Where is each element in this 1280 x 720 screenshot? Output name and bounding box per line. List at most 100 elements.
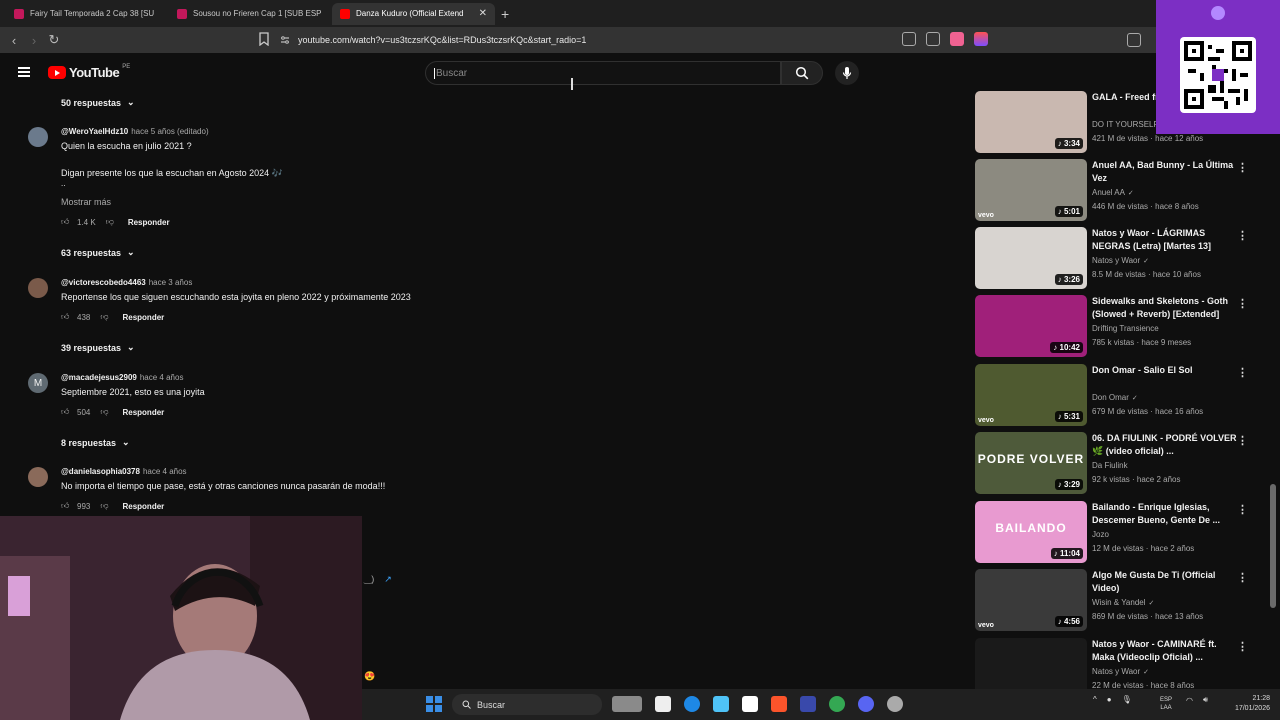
wifi-icon[interactable]: ◠	[1186, 696, 1193, 705]
reply-button[interactable]: Responder	[122, 408, 164, 417]
avatar[interactable]: M	[28, 373, 48, 393]
youtube-logo[interactable]: YouTube PE	[48, 64, 130, 80]
recommended-video[interactable]: BAILANDO ♪ 11:04 Bailando - Enrique Iglesi…	[975, 501, 1265, 563]
external-link-icon[interactable]: ↗	[384, 574, 392, 585]
replies-toggle[interactable]: 63 respuestas ⌄	[61, 247, 135, 258]
video-title[interactable]: Don Omar - Salio El Sol	[1092, 364, 1240, 377]
video-thumbnail[interactable]: vevo ♪ 5:31	[975, 364, 1087, 426]
tray-app-icon[interactable]: ●	[1107, 695, 1112, 704]
more-options-icon[interactable]: ⋮	[1237, 297, 1248, 310]
close-tab-icon[interactable]: ✕	[479, 8, 487, 19]
like-icon[interactable]: 👍︎	[61, 312, 73, 322]
menu-icon[interactable]	[18, 67, 30, 77]
dislike-icon[interactable]: 👎︎	[106, 217, 114, 227]
channel-name[interactable]: Anuel AA ✓	[1092, 188, 1134, 197]
video-title[interactable]: Algo Me Gusta De Ti (Official Video)	[1092, 569, 1240, 595]
video-thumbnail[interactable]: ♪ 3:26	[975, 227, 1087, 289]
voice-search-button[interactable]	[835, 61, 859, 85]
video-title[interactable]: Natos y Waor - LÁGRIMAS NEGRAS (Letra) […	[1092, 227, 1240, 253]
dislike-icon[interactable]: 👎︎	[100, 407, 108, 417]
chevron-up-icon[interactable]: ^	[1093, 695, 1097, 704]
scrollbar-thumb[interactable]	[1270, 484, 1276, 608]
dislike-icon[interactable]: 👎︎	[100, 312, 108, 322]
reply-button[interactable]: Responder	[122, 502, 164, 511]
widgets-icon[interactable]	[612, 696, 642, 712]
replies-toggle[interactable]: 39 respuestas ⌄	[61, 342, 135, 353]
bookmark-icon[interactable]	[258, 32, 270, 46]
tab-danza-kuduro[interactable]: Danza Kuduro (Official Extend ✕	[332, 2, 495, 25]
discord-icon[interactable]	[858, 696, 874, 712]
more-options-icon[interactable]: ⋮	[1237, 229, 1248, 242]
clock[interactable]: 21:28 17/01/2026	[1235, 694, 1270, 714]
channel-name[interactable]: Don Omar ✓	[1092, 393, 1138, 402]
brave-shield-icon[interactable]	[950, 32, 964, 46]
language-indicator[interactable]: ESP LAA	[1160, 696, 1172, 712]
recommended-video[interactable]: vevo ♪ 5:01 Anuel AA, Bad Bunny - La Últim…	[975, 159, 1265, 221]
rewards-icon[interactable]	[974, 32, 988, 46]
more-options-icon[interactable]: ⋮	[1237, 161, 1248, 174]
channel-name[interactable]: DO IT YOURSELF	[1092, 120, 1158, 129]
recommended-video[interactable]: Natos y Waor - CAMINARÉ ft. Maka (Videoc…	[975, 638, 1265, 689]
tab-fairy-tail[interactable]: Fairy Tail Temporada 2 Cap 38 [SU	[6, 3, 169, 25]
recommended-video[interactable]: ♪ 10:42 Sidewalks and Skeletons - Goth (S…	[975, 295, 1265, 357]
task-view-icon[interactable]	[655, 696, 671, 712]
video-thumbnail[interactable]: ♪ 3:34	[975, 91, 1087, 153]
address-bar[interactable]: youtube.com/watch?v=us3tczsrKQc&list=RDu…	[280, 30, 1000, 50]
recommended-video[interactable]: ♪ 3:26 Natos y Waor - LÁGRIMAS NEGRAS (Le…	[975, 227, 1265, 289]
replies-toggle[interactable]: 8 respuestas ⌄	[61, 437, 130, 448]
sidebar-toggle-icon[interactable]	[1127, 33, 1141, 47]
video-thumbnail[interactable]: PODRE VOLVER ♪ 3:29	[975, 432, 1087, 494]
video-thumbnail[interactable]: vevo ♪ 5:01	[975, 159, 1087, 221]
like-icon[interactable]: 👍︎	[61, 217, 73, 227]
more-options-icon[interactable]: ⋮	[1237, 571, 1248, 584]
calculator-icon[interactable]	[800, 696, 816, 712]
video-thumbnail[interactable]: BAILANDO ♪ 11:04	[975, 501, 1087, 563]
dislike-icon[interactable]: 👎︎	[100, 501, 108, 511]
forward-icon[interactable]: ›	[24, 33, 44, 48]
video-thumbnail[interactable]: ♪ 10:42	[975, 295, 1087, 357]
show-more-link[interactable]: Mostrar más	[61, 197, 111, 207]
chrome-icon[interactable]	[829, 696, 845, 712]
edge-icon[interactable]	[684, 696, 700, 712]
avatar[interactable]	[28, 278, 48, 298]
taskbar-search[interactable]: Buscar	[452, 694, 602, 715]
new-tab-button[interactable]: +	[501, 6, 509, 22]
reply-button[interactable]: Responder	[122, 313, 164, 322]
site-info-icon[interactable]	[280, 35, 290, 45]
channel-name[interactable]: Wisin & Yandel ✓	[1092, 598, 1154, 607]
back-icon[interactable]: ‹	[4, 33, 24, 48]
recommended-video[interactable]: vevo ♪ 5:31 Don Omar - Salio El Sol Don Oma…	[975, 364, 1265, 426]
share-icon[interactable]	[926, 32, 940, 46]
video-thumbnail[interactable]	[975, 638, 1087, 689]
video-title[interactable]: Bailando - Enrique Iglesias, Descemer Bu…	[1092, 501, 1240, 527]
cast-icon[interactable]	[902, 32, 916, 46]
notepad-icon[interactable]	[713, 696, 729, 712]
search-button[interactable]	[781, 61, 823, 85]
reload-icon[interactable]: ↻	[44, 32, 64, 48]
channel-name[interactable]: Natos y Waor ✓	[1092, 667, 1149, 676]
windows-start-icon[interactable]	[426, 696, 442, 712]
channel-name[interactable]: Drifting Transience	[1092, 324, 1159, 333]
avatar[interactable]	[28, 127, 48, 147]
more-options-icon[interactable]: ⋮	[1237, 640, 1248, 653]
video-thumbnail[interactable]: vevo ♪ 4:56	[975, 569, 1087, 631]
more-options-icon[interactable]: ⋮	[1237, 503, 1248, 516]
like-icon[interactable]: 👍︎	[61, 407, 73, 417]
avatar[interactable]	[28, 467, 48, 487]
more-options-icon[interactable]: ⋮	[1237, 366, 1248, 379]
volume-icon[interactable]: 🔊︎	[1203, 695, 1208, 705]
brave-icon[interactable]	[771, 696, 787, 712]
video-title[interactable]: 06. DA FIULINK - PODRÉ VOLVER 🌿 (video o…	[1092, 432, 1240, 458]
video-title[interactable]: Anuel AA, Bad Bunny - La Última Vez	[1092, 159, 1240, 185]
microphone-icon[interactable]: 🎙︎	[1122, 695, 1132, 704]
recommended-video[interactable]: PODRE VOLVER ♪ 3:29 06. DA FIULINK - PODRÉ…	[975, 432, 1265, 494]
search-input[interactable]: Buscar	[425, 61, 781, 85]
like-icon[interactable]: 👍︎	[61, 501, 73, 511]
more-options-icon[interactable]: ⋮	[1237, 434, 1248, 447]
channel-name[interactable]: Natos y Waor ✓	[1092, 256, 1149, 265]
store-icon[interactable]	[742, 696, 758, 712]
reply-button[interactable]: Responder	[128, 218, 170, 227]
channel-name[interactable]: Jozo	[1092, 530, 1109, 539]
replies-toggle[interactable]: 50 respuestas ⌄	[61, 97, 135, 108]
video-title[interactable]: Sidewalks and Skeletons - Goth (Slowed +…	[1092, 295, 1240, 321]
